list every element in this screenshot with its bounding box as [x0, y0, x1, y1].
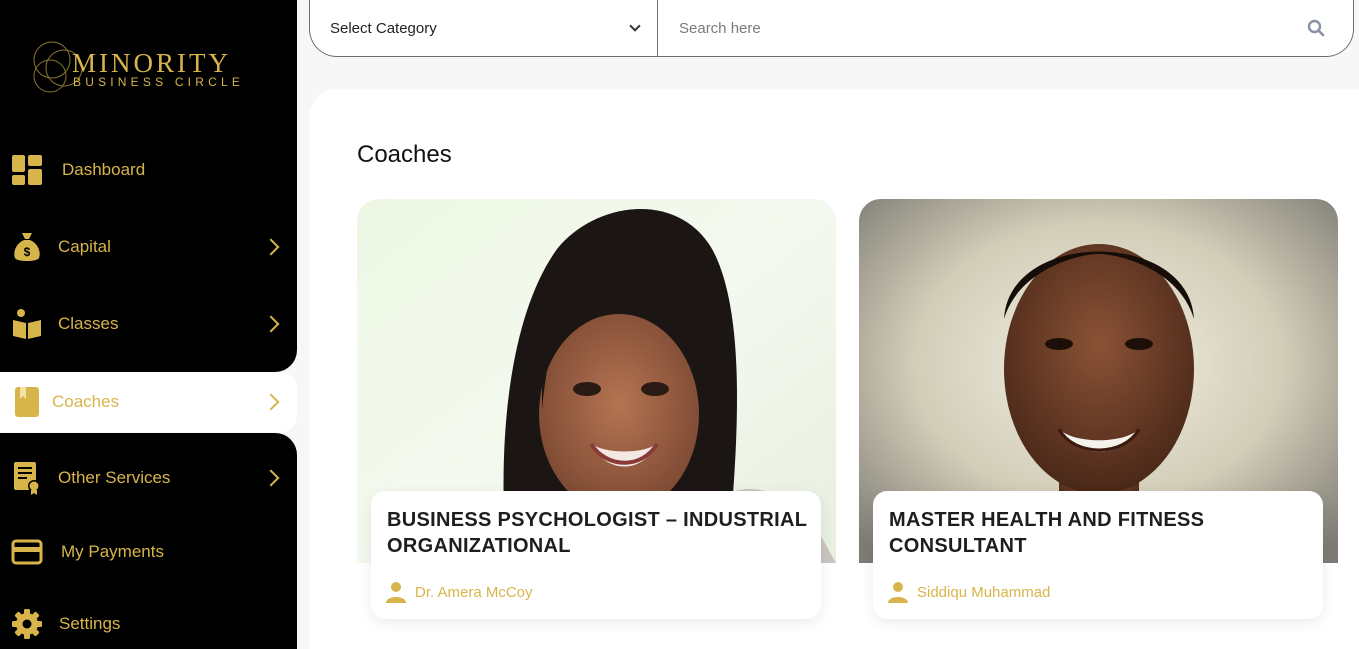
chevron-right-icon: [262, 238, 280, 256]
page-title: Coaches: [357, 141, 452, 168]
sidebar-item-label: Dashboard: [62, 160, 146, 179]
coach-author[interactable]: Dr. Amera McCoy: [385, 581, 533, 603]
category-select-value: Select Category: [330, 19, 437, 37]
chevron-right-icon: [262, 469, 280, 487]
sidebar-item-my-payments[interactable]: My Payments: [0, 522, 297, 582]
chevron-right-icon: [262, 315, 280, 333]
brand-tagline: BUSINESS CIRCLE: [73, 75, 245, 89]
open-book-icon: [10, 307, 44, 341]
coach-card[interactable]: MASTER HEALTH AND FITNESS CONSULTANT Sid…: [859, 199, 1338, 619]
coach-title: BUSINESS PSYCHOLOGIST – INDUSTRIAL ORGAN…: [387, 509, 807, 557]
coach-name: Siddiqu Muhammad: [917, 583, 1051, 601]
coach-info-panel: BUSINESS PSYCHOLOGIST – INDUSTRIAL ORGAN…: [371, 491, 821, 619]
sidebar-item-label: My Payments: [61, 542, 164, 561]
sidebar-item-label: Classes: [58, 314, 119, 333]
sidebar-item-label: Capital: [58, 237, 111, 256]
money-bag-icon: $: [10, 230, 44, 264]
credit-card-icon: [10, 535, 44, 569]
sidebar-item-coaches[interactable]: Coaches: [0, 372, 297, 432]
sidebar: MINORITY BUSINESS CIRCLE Dashboard $ Cap…: [0, 0, 297, 649]
sidebar-item-label: Settings: [59, 614, 121, 633]
bookmark-book-icon: [10, 385, 44, 419]
sidebar-item-label: Coaches: [52, 392, 120, 411]
brand-logo[interactable]: MINORITY BUSINESS CIRCLE: [30, 38, 250, 98]
search-input[interactable]: [679, 19, 1279, 37]
dashboard-grid-icon: [10, 153, 44, 187]
user-icon: [888, 582, 908, 603]
sidebar-item-other-services[interactable]: Other Services: [0, 448, 297, 508]
chevron-down-icon: [629, 20, 641, 32]
user-icon: [386, 582, 406, 603]
coach-name: Dr. Amera McCoy: [415, 583, 533, 601]
search-field: [659, 0, 1353, 56]
search-icon[interactable]: [1307, 19, 1325, 42]
sidebar-item-dashboard[interactable]: Dashboard: [0, 140, 297, 200]
gear-icon: [10, 607, 44, 641]
coach-info-panel: MASTER HEALTH AND FITNESS CONSULTANT Sid…: [873, 491, 1323, 619]
search-bar: Select Category: [309, 0, 1354, 57]
sidebar-item-label: Other Services: [58, 468, 171, 487]
main-content: Coaches BUSINESS PSYCHOLOGIST – INDUSTRI…: [309, 89, 1359, 649]
sidebar-item-classes[interactable]: Classes: [0, 294, 297, 354]
certificate-icon: [10, 461, 44, 495]
category-select[interactable]: Select Category: [310, 0, 658, 56]
sidebar-item-capital[interactable]: $ Capital: [0, 217, 297, 277]
coach-author[interactable]: Siddiqu Muhammad: [887, 581, 1050, 603]
chevron-right-icon: [262, 393, 280, 411]
coach-card[interactable]: BUSINESS PSYCHOLOGIST – INDUSTRIAL ORGAN…: [357, 199, 836, 619]
coach-title: MASTER HEALTH AND FITNESS CONSULTANT: [889, 509, 1205, 557]
svg-text:$: $: [24, 245, 31, 259]
sidebar-item-settings[interactable]: Settings: [0, 594, 297, 649]
